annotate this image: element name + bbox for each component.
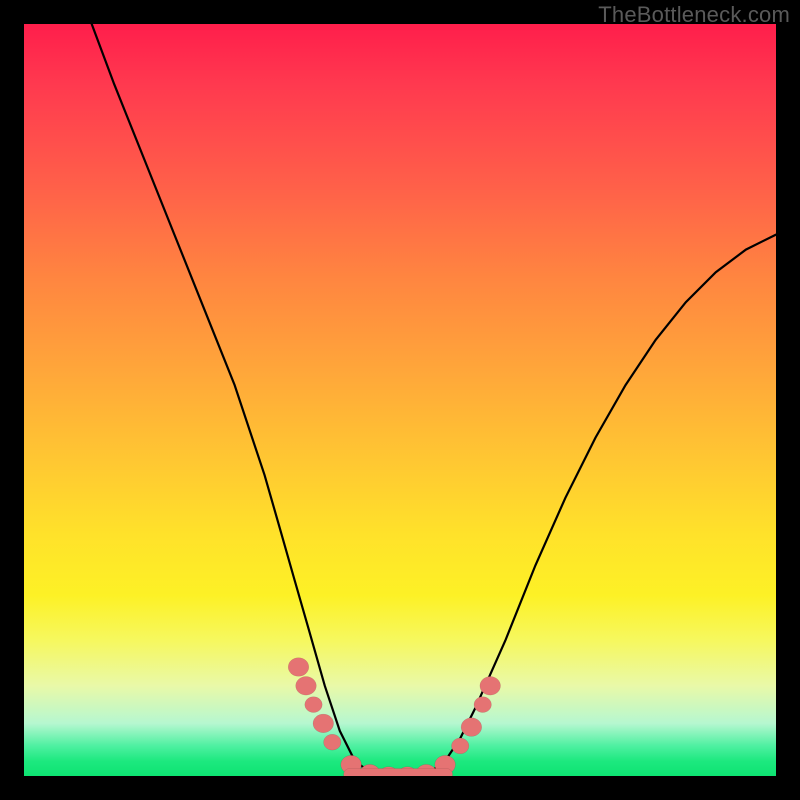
curve-markers bbox=[288, 658, 500, 776]
curve-marker bbox=[452, 738, 469, 754]
chart-plot-area bbox=[24, 24, 776, 776]
curve-marker bbox=[296, 677, 317, 696]
bottom-marker-bar bbox=[344, 769, 453, 777]
curve-marker bbox=[324, 734, 341, 750]
curve-marker bbox=[305, 697, 322, 713]
curve-marker bbox=[288, 658, 309, 677]
curve-marker bbox=[480, 677, 501, 696]
curve-marker bbox=[461, 718, 482, 737]
watermark-text: TheBottleneck.com bbox=[598, 2, 790, 28]
curve-marker bbox=[474, 697, 491, 713]
curve-marker bbox=[313, 714, 334, 733]
chart-svg bbox=[24, 24, 776, 776]
bottleneck-curve bbox=[92, 24, 776, 776]
